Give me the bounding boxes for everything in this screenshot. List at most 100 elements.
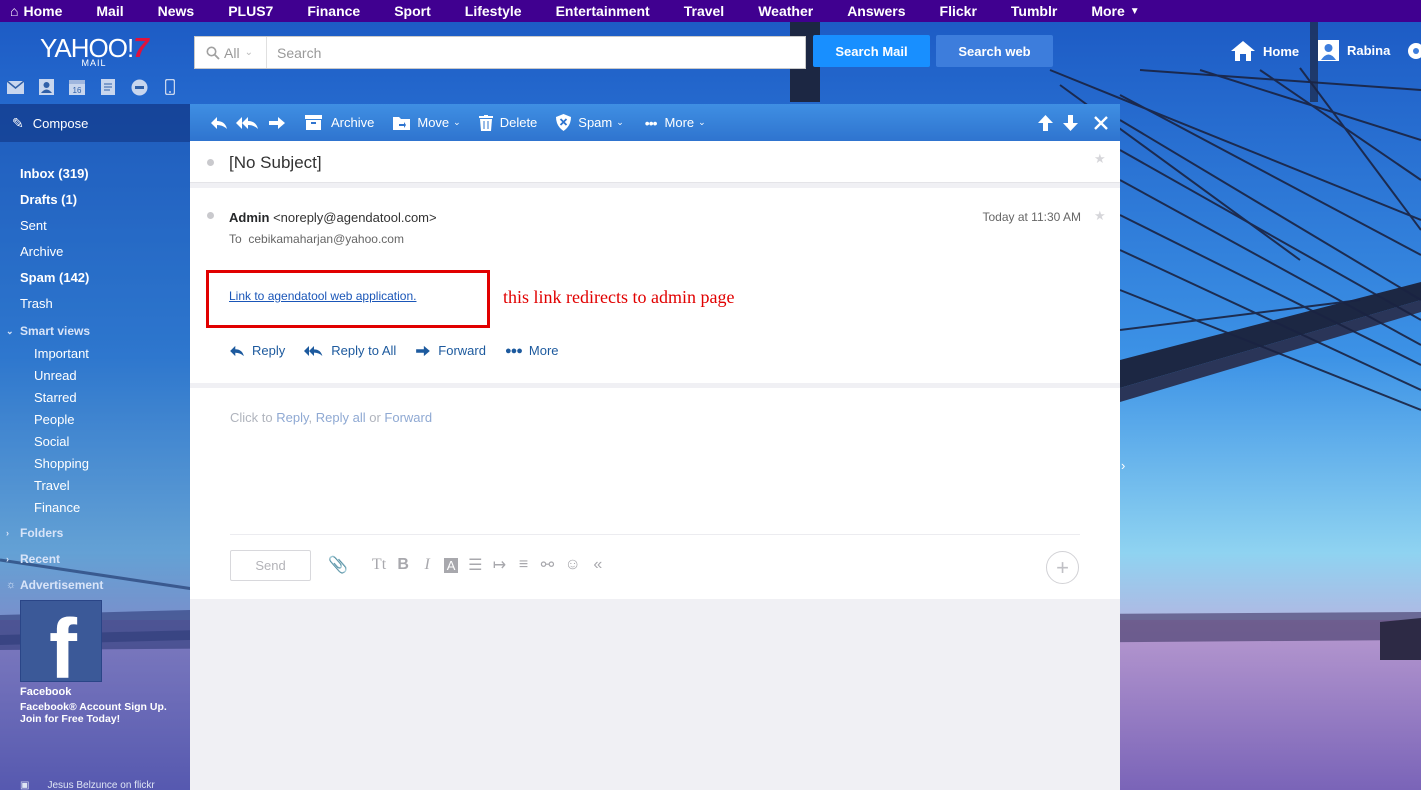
folder-spam[interactable]: Spam (142) xyxy=(0,264,190,290)
delete-button[interactable]: Delete xyxy=(478,104,538,141)
delete-label: Delete xyxy=(499,115,538,130)
agendatool-link[interactable]: Link to agendatool web application. xyxy=(229,289,416,303)
recent-toggle[interactable]: › Recent xyxy=(0,548,190,570)
facebook-ad-image[interactable]: f xyxy=(20,600,102,682)
link-icon[interactable]: ⚯ xyxy=(540,555,554,575)
formatting-toolbar: 📎 Tt B I A ☰ ↦ ≡ ⚯ ☺ « xyxy=(328,555,615,575)
folder-archive[interactable]: Archive xyxy=(0,238,190,264)
text-size-button[interactable]: Tt xyxy=(372,556,386,574)
smart-view-shopping[interactable]: Shopping xyxy=(0,452,190,474)
more-actions-button[interactable]: ••• More ⌄ xyxy=(645,104,706,141)
svg-text:16: 16 xyxy=(73,86,82,95)
search-web-button[interactable]: Search web xyxy=(936,35,1053,67)
nav-news[interactable]: News xyxy=(141,0,212,22)
nav-answers[interactable]: Answers xyxy=(830,0,922,22)
spam-button[interactable]: Spam ⌄ xyxy=(556,104,624,141)
nav-weather[interactable]: Weather xyxy=(741,0,830,22)
mobile-icon[interactable] xyxy=(161,78,179,96)
notepad-icon[interactable] xyxy=(99,78,117,96)
reply-action[interactable]: Reply xyxy=(229,343,285,358)
smart-view-people[interactable]: People xyxy=(0,408,190,430)
folder-drafts[interactable]: Drafts (1) xyxy=(0,186,190,212)
attachment-icon[interactable]: 📎 xyxy=(328,555,348,575)
nav-more[interactable]: More ▼ xyxy=(1074,0,1156,22)
folders-toggle[interactable]: › Folders xyxy=(0,522,190,544)
user-profile-link[interactable]: Rabina xyxy=(1318,40,1390,61)
unread-dot-icon[interactable] xyxy=(207,212,214,219)
bold-button[interactable]: B xyxy=(396,556,410,574)
star-icon[interactable]: ★ xyxy=(1094,208,1106,224)
settings-gear-button[interactable] xyxy=(1405,40,1421,65)
archive-button[interactable]: Archive xyxy=(305,104,374,141)
contacts-icon[interactable] xyxy=(37,78,55,96)
smart-view-finance[interactable]: Finance xyxy=(0,496,190,518)
quick-reply-box[interactable]: Click to Reply, Reply all or Forward Sen… xyxy=(190,388,1120,599)
photo-credit[interactable]: ▣ Jesus Belzunce on flickr xyxy=(20,780,155,790)
mail-icon[interactable] xyxy=(6,78,24,96)
ad-title[interactable]: Facebook xyxy=(20,686,71,698)
search-mail-button[interactable]: Search Mail xyxy=(813,35,930,67)
reply-hint-forward[interactable]: Forward xyxy=(384,410,432,425)
advertisement-label[interactable]: ☼ Advertisement xyxy=(0,574,190,596)
move-label: Move xyxy=(417,115,450,130)
folder-sent[interactable]: Sent xyxy=(0,212,190,238)
reply-hint-reply-all[interactable]: Reply all xyxy=(316,410,366,425)
nav-entertainment[interactable]: Entertainment xyxy=(539,0,667,22)
folder-trash[interactable]: Trash xyxy=(0,290,190,316)
smart-view-important[interactable]: Important xyxy=(0,342,190,364)
nav-home[interactable]: ⌂ Home xyxy=(0,0,79,22)
star-icon[interactable]: ★ xyxy=(1094,151,1106,167)
smart-view-unread[interactable]: Unread xyxy=(0,364,190,386)
send-button[interactable]: Send xyxy=(230,550,311,581)
nav-sport[interactable]: Sport xyxy=(377,0,448,22)
smart-view-social[interactable]: Social xyxy=(0,430,190,452)
nav-finance[interactable]: Finance xyxy=(290,0,377,22)
reply-hint[interactable]: Click to Reply, Reply all or Forward xyxy=(230,410,432,425)
smart-view-starred[interactable]: Starred xyxy=(0,386,190,408)
next-message-arrow-icon[interactable] xyxy=(1063,114,1078,131)
more-action[interactable]: ●●● More xyxy=(505,343,559,358)
reply-hint-reply[interactable]: Reply xyxy=(276,410,308,425)
chevron-right-icon[interactable]: › xyxy=(1121,458,1125,473)
smart-view-travel[interactable]: Travel xyxy=(0,474,190,496)
image-icon: ▣ xyxy=(20,780,30,790)
unread-dot-icon[interactable] xyxy=(207,159,214,166)
smart-views-toggle[interactable]: ⌄ Smart views xyxy=(0,320,190,342)
reply-all-button[interactable] xyxy=(236,104,260,141)
chevron-down-icon: ⌄ xyxy=(244,47,253,58)
italic-button[interactable]: I xyxy=(420,556,434,574)
reply-button[interactable] xyxy=(210,104,228,141)
calendar-icon[interactable]: 16 xyxy=(68,78,86,96)
emoji-icon[interactable]: ☺ xyxy=(564,556,580,574)
folder-inbox[interactable]: Inbox (319) xyxy=(0,160,190,186)
indent-icon[interactable]: ↦ xyxy=(492,555,506,575)
collapse-icon[interactable]: « xyxy=(591,556,605,574)
messenger-icon[interactable] xyxy=(130,78,148,96)
nav-travel[interactable]: Travel xyxy=(667,0,741,22)
compose-button[interactable]: ✎ Compose xyxy=(0,104,190,142)
nav-lifestyle[interactable]: Lifestyle xyxy=(448,0,539,22)
folders-label: Folders xyxy=(20,526,64,540)
header-home-link[interactable]: Home xyxy=(1230,40,1299,62)
previous-message-arrow-icon[interactable] xyxy=(1038,114,1053,131)
more-action-label: More xyxy=(528,343,559,358)
text-color-button[interactable]: A xyxy=(444,557,459,573)
ad-description[interactable]: Facebook® Account Sign Up. Join for Free… xyxy=(20,701,180,725)
align-left-icon[interactable]: ≡ xyxy=(516,556,530,574)
add-button[interactable]: + xyxy=(1046,551,1079,584)
bullet-list-icon[interactable]: ☰ xyxy=(468,555,482,575)
nav-flickr[interactable]: Flickr xyxy=(923,0,994,22)
sender-name[interactable]: Admin xyxy=(229,210,269,225)
move-button[interactable]: Move ⌄ xyxy=(393,104,461,141)
forward-arrow-icon xyxy=(416,345,431,356)
forward-button[interactable] xyxy=(268,104,286,141)
yahoo-mail-logo[interactable]: YAHOO!7 MAIL xyxy=(40,32,160,68)
nav-mail[interactable]: Mail xyxy=(79,0,140,22)
close-icon[interactable] xyxy=(1094,115,1108,130)
nav-plus7[interactable]: PLUS7 xyxy=(211,0,290,22)
nav-tumblr[interactable]: Tumblr xyxy=(994,0,1074,22)
forward-action[interactable]: Forward xyxy=(415,343,486,358)
search-input[interactable] xyxy=(267,37,805,68)
search-scope-dropdown[interactable]: All ⌄ xyxy=(195,37,267,68)
reply-all-action[interactable]: Reply to All xyxy=(304,343,396,358)
